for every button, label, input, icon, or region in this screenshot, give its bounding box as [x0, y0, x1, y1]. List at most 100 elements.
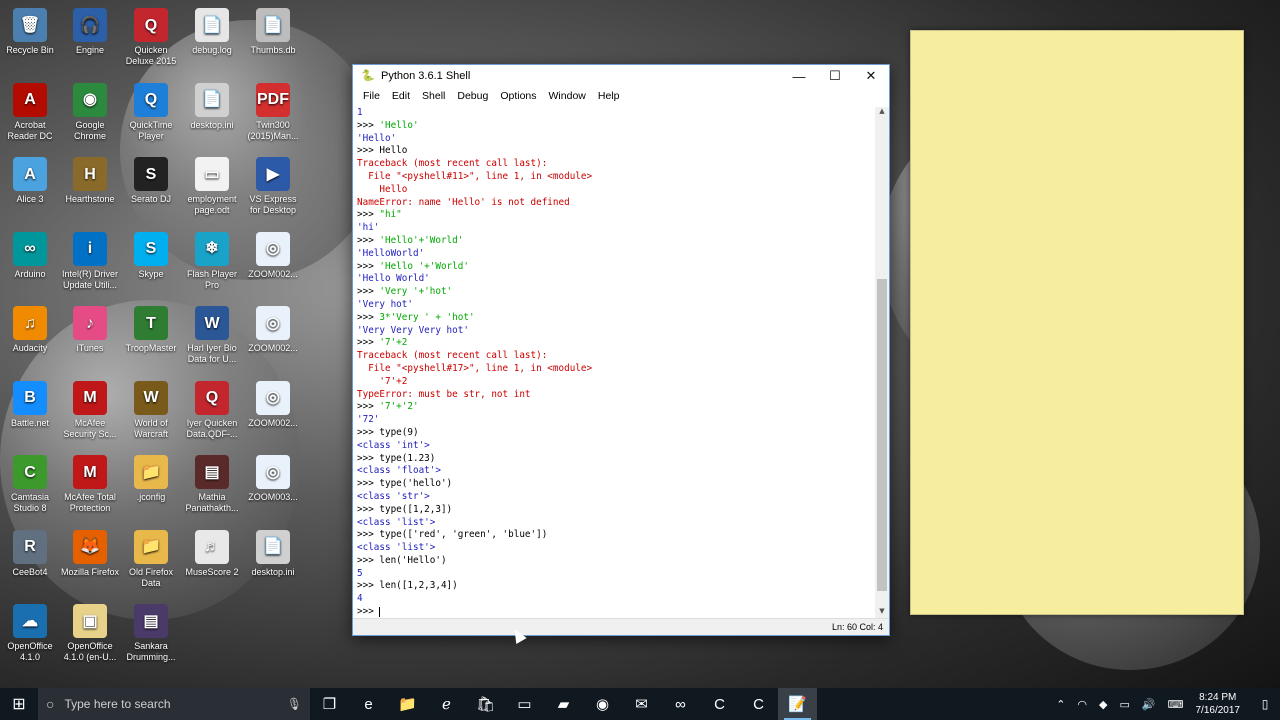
desktop-shortcut[interactable]: Q QuickTime Player: [121, 82, 181, 142]
menu-options[interactable]: Options: [494, 90, 542, 102]
desktop-shortcut[interactable]: C Camtasia Studio 8: [0, 455, 60, 514]
desktop-shortcut[interactable]: M McAfee Security Sc...: [60, 380, 120, 440]
desktop-shortcut[interactable]: 📄 Thumbs.db: [243, 8, 303, 56]
desktop-shortcut[interactable]: W World of Warcraft: [121, 380, 181, 440]
desktop-shortcut[interactable]: i Intel(R) Driver Update Utili...: [60, 231, 120, 291]
desktop-shortcut[interactable]: ▣ OpenOffice 4.1.0 (en-U...: [60, 604, 120, 663]
desktop-shortcut[interactable]: ❄ Flash Player Pro: [182, 231, 242, 291]
scroll-up-arrow-icon[interactable]: ▲: [875, 107, 889, 119]
shell-line-text: 'Hello'+'World': [379, 234, 464, 246]
desktop-shortcut[interactable]: M McAfee Total Protection: [60, 455, 120, 514]
desktop-shortcut[interactable]: A Acrobat Reader DC: [0, 82, 60, 142]
desktop-shortcut[interactable]: S Serato DJ: [121, 157, 181, 205]
desktop-shortcut[interactable]: H Hearthstone: [60, 157, 120, 205]
shell-line-text: '72': [357, 414, 380, 426]
desktop-shortcut[interactable]: ◎ ZOOM002...: [243, 380, 303, 429]
python-shell-window[interactable]: 🐍 Python 3.6.1 Shell — ☐ ✕ File Edit She…: [352, 64, 890, 636]
title-bar[interactable]: 🐍 Python 3.6.1 Shell — ☐ ✕: [353, 65, 889, 87]
desktop-shortcut[interactable]: ♪ iTunes: [60, 306, 120, 354]
shell-line-text: File "<pyshell#11>", line 1, in <module>: [357, 170, 593, 182]
search-box[interactable]: ○ Type here to search 🎙: [38, 688, 310, 720]
menu-edit[interactable]: Edit: [386, 90, 416, 102]
desktop-shortcut[interactable]: B Battle.net: [0, 380, 60, 429]
desktop-shortcut[interactable]: ◎ ZOOM002...: [243, 231, 303, 280]
mail-icon[interactable]: ✉: [622, 688, 661, 720]
menu-shell[interactable]: Shell: [416, 90, 451, 102]
desktop-shortcut-label: Twin300 (2015)Man...: [247, 119, 299, 141]
vertical-scrollbar[interactable]: ▲ ▼: [875, 107, 889, 619]
menu-window[interactable]: Window: [543, 90, 592, 102]
monitor-icon[interactable]: ▭: [505, 688, 544, 720]
desktop-shortcut[interactable]: 📄 desktop.ini: [182, 82, 242, 131]
desktop-shortcut[interactable]: ◎ ZOOM002...: [243, 306, 303, 354]
shell-line: <class 'list'>: [357, 542, 873, 555]
desktop-shortcut[interactable]: T TroopMaster: [121, 306, 181, 354]
desktop-shortcut[interactable]: ☁ OpenOffice 4.1.0: [0, 604, 60, 663]
edge-icon[interactable]: e: [349, 688, 388, 720]
desktop-shortcut[interactable]: 📄 desktop.ini: [243, 529, 303, 578]
desktop-shortcut[interactable]: ♫ Audacity: [0, 306, 60, 354]
file-explorer-icon[interactable]: 📁: [388, 688, 427, 720]
desktop-shortcut[interactable]: 📄 debug.log: [182, 8, 242, 56]
task-view-icon[interactable]: ❐: [310, 688, 349, 720]
microphone-icon[interactable]: 🎙: [287, 697, 302, 711]
battery-icon[interactable]: ▭: [1120, 698, 1130, 711]
desktop-shortcut[interactable]: ♬ MuseScore 2: [182, 529, 242, 578]
camtasia-recorder-icon[interactable]: C: [739, 688, 778, 720]
visual-studio-icon[interactable]: ∞: [661, 688, 700, 720]
desktop-shortcut-label: Quicken Deluxe 2015: [125, 45, 177, 66]
action-center-icon[interactable]: ▯: [1250, 688, 1280, 720]
desktop-shortcut[interactable]: ◎ ZOOM003...: [243, 455, 303, 503]
desktop-shortcut-label: Battle.net: [10, 417, 50, 428]
sticky-note[interactable]: [910, 30, 1244, 615]
scrollbar-thumb[interactable]: [877, 279, 887, 591]
keyboard-icon[interactable]: ⌨: [1168, 698, 1184, 711]
desktop-shortcut[interactable]: ▤ Mathia Panathakth...: [182, 455, 242, 514]
shell-line-text: 'Very '+'hot': [379, 286, 453, 298]
warcraft-icon: W: [134, 380, 168, 415]
desktop-shortcut[interactable]: ▤ Sankara Drumming...: [121, 604, 181, 663]
desktop-shortcut[interactable]: ▭ employment page.odt: [182, 157, 242, 216]
menu-debug[interactable]: Debug: [451, 90, 494, 102]
desktop-shortcut[interactable]: Q Iyer Quicken Data.QDF-...: [182, 380, 242, 440]
quicken-icon: Q: [134, 8, 168, 42]
mcafee-tray-icon[interactable]: ◆: [1099, 698, 1107, 711]
desktop-shortcut[interactable]: 🦊 Mozilla Firefox: [60, 529, 120, 578]
wifi-icon[interactable]: ◠: [1077, 698, 1087, 711]
desktop-shortcut[interactable]: Q Quicken Deluxe 2015: [121, 8, 181, 67]
internet-explorer-icon[interactable]: ℯ: [427, 688, 466, 720]
itunes-icon: ♪: [73, 306, 107, 340]
shell-line-text: type(['red', 'green', 'blue']): [379, 529, 548, 541]
menu-file[interactable]: File: [357, 90, 386, 102]
shell-line: <class 'str'>: [357, 491, 873, 504]
desktop-shortcut[interactable]: S Skype: [121, 231, 181, 280]
python-idle-icon[interactable]: 📝: [778, 688, 817, 720]
desktop-shortcut[interactable]: 🎧 Engine: [60, 8, 120, 56]
desktop-shortcut[interactable]: ▶ VS Express for Desktop: [243, 157, 303, 216]
desktop-shortcut[interactable]: 📁 .jconfig: [121, 455, 181, 503]
sticky-notes-icon[interactable]: ▰: [544, 688, 583, 720]
close-button[interactable]: ✕: [853, 65, 889, 87]
desktop-shortcut[interactable]: ∞ Arduino: [0, 231, 60, 280]
desktop-shortcut[interactable]: ◉ Google Chrome: [60, 82, 120, 142]
store-icon[interactable]: 🛍: [466, 688, 505, 720]
desktop-shortcut[interactable]: 📁 Old Firefox Data: [121, 529, 181, 589]
maximize-button[interactable]: ☐: [817, 65, 853, 87]
clock[interactable]: 8:24 PM 7/16/2017: [1196, 691, 1241, 717]
menu-help[interactable]: Help: [592, 90, 626, 102]
minimize-button[interactable]: —: [781, 65, 817, 87]
firefox-icon[interactable]: ◉: [583, 688, 622, 720]
start-button[interactable]: ⊞: [0, 688, 38, 720]
shell-line-text: '7'+'2': [379, 401, 419, 413]
window-title: Python 3.6.1 Shell: [381, 70, 471, 82]
desktop-shortcut[interactable]: W Harl Iyer Bio Data for U...: [182, 306, 242, 365]
desktop-shortcut[interactable]: 🗑 Recycle Bin: [0, 8, 60, 56]
chevron-up-icon[interactable]: ⌃: [1056, 698, 1065, 711]
volume-icon[interactable]: 🔊: [1142, 698, 1156, 711]
desktop-shortcut[interactable]: A Alice 3: [0, 157, 60, 205]
desktop-shortcut[interactable]: PDF Twin300 (2015)Man...: [243, 82, 303, 142]
desktop-shortcut[interactable]: R CeeBot4: [0, 529, 60, 578]
camtasia-icon[interactable]: C: [700, 688, 739, 720]
shell-text-area[interactable]: 1 >>> 'Hello' 'Hello' >>> Hello Traceback (m…: [357, 107, 873, 617]
desktop-shortcut-label: Mathia Panathakth...: [185, 492, 239, 513]
